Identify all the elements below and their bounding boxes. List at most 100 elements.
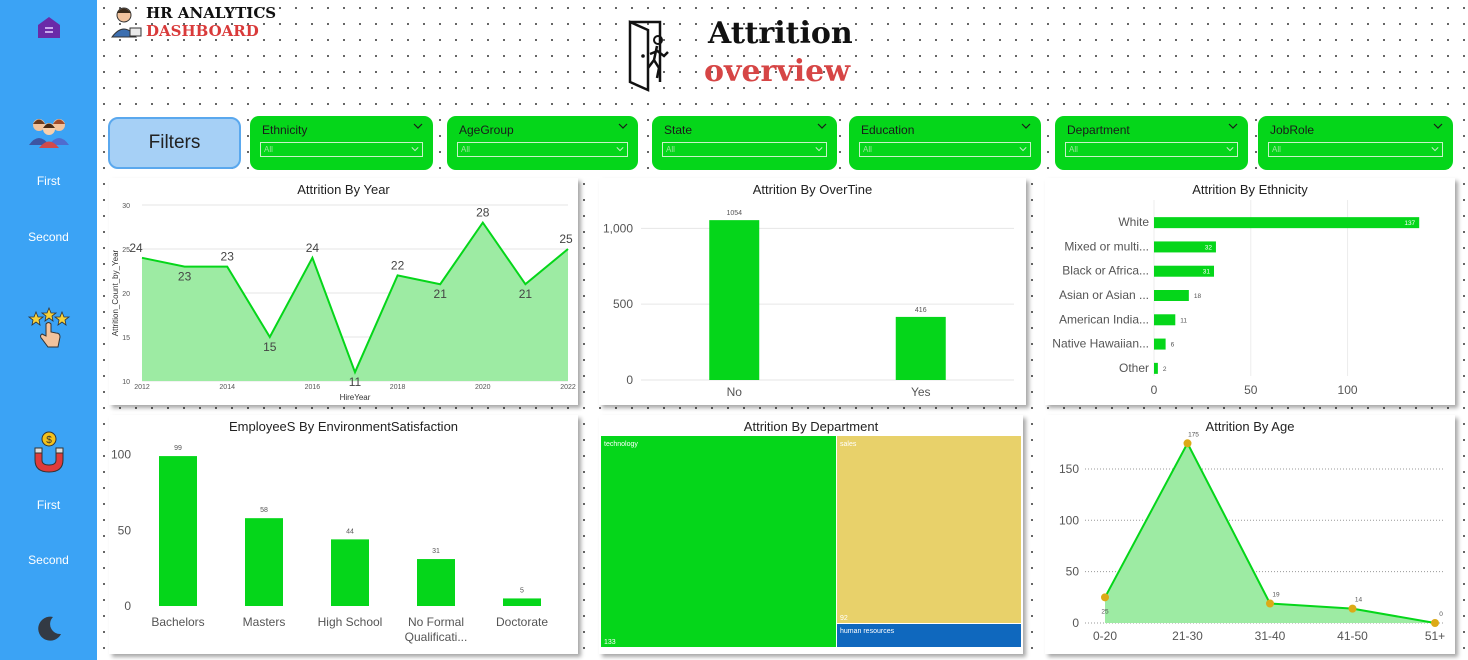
slicer-ethnicity[interactable]: Ethnicity All bbox=[250, 116, 433, 170]
door-exit-icon bbox=[628, 20, 669, 92]
home-button[interactable] bbox=[0, 14, 97, 47]
treemap-cell-technology bbox=[601, 436, 836, 647]
data-label: 24 bbox=[306, 241, 320, 255]
sidebar-item-second[interactable]: Second bbox=[0, 230, 97, 244]
chart-plot: technology 133 sales 92 human resources bbox=[601, 436, 1021, 647]
magnet-button[interactable]: $ bbox=[0, 430, 97, 479]
data-point bbox=[1266, 599, 1274, 608]
x-tick-label: 2018 bbox=[390, 384, 406, 391]
data-label: 31 bbox=[432, 548, 440, 555]
star-hand-button[interactable] bbox=[0, 306, 97, 355]
data-label: 14 bbox=[1355, 597, 1363, 604]
star-hand-icon bbox=[27, 306, 70, 348]
bar bbox=[1154, 290, 1189, 301]
data-label: 175 bbox=[1188, 431, 1199, 438]
slicer-value: All bbox=[1272, 145, 1281, 154]
chevron-down-icon[interactable] bbox=[1021, 121, 1031, 131]
slicer-agegroup[interactable]: AgeGroup All bbox=[447, 116, 638, 170]
slicer-dropdown[interactable]: All bbox=[260, 142, 423, 157]
dark-mode-toggle[interactable] bbox=[0, 614, 97, 649]
y-tick-label: White bbox=[1118, 215, 1149, 229]
y-tick-label: 50 bbox=[118, 523, 132, 537]
slicer-dropdown[interactable]: All bbox=[662, 142, 827, 157]
data-label: 21 bbox=[434, 287, 448, 301]
series-area bbox=[1105, 443, 1435, 623]
y-axis-label: Attrition_Count_by_Year bbox=[111, 249, 120, 336]
x-tick-label: No Formal bbox=[408, 615, 464, 629]
y-tick-label: Native Hawaiian... bbox=[1052, 337, 1149, 351]
data-label: 99 bbox=[174, 445, 182, 452]
x-tick-label: 2022 bbox=[560, 384, 576, 391]
sidebar-item-first[interactable]: First bbox=[0, 174, 97, 188]
y-tick-label: Other bbox=[1119, 361, 1149, 375]
data-label: 11 bbox=[1180, 317, 1187, 324]
chevron-down-icon[interactable] bbox=[1228, 121, 1238, 131]
data-label: 24 bbox=[129, 241, 143, 255]
chart-plot: 0 50 100 99 Bachelors 58 Masters 44 High School 3… bbox=[111, 445, 548, 644]
data-point bbox=[1101, 593, 1109, 602]
x-tick-label: 0-20 bbox=[1093, 629, 1117, 643]
slicer-education[interactable]: Education All bbox=[849, 116, 1041, 170]
people-button[interactable] bbox=[0, 113, 97, 154]
chevron-down-icon[interactable] bbox=[1433, 121, 1443, 131]
slicer-department[interactable]: Department All bbox=[1055, 116, 1248, 170]
x-tick-label: Bachelors bbox=[151, 615, 204, 629]
y-tick-label: Mixed or multi... bbox=[1064, 239, 1149, 253]
svg-text:$: $ bbox=[46, 435, 52, 446]
bar bbox=[159, 456, 197, 606]
slicer-title: AgeGroup bbox=[459, 123, 514, 137]
chevron-down-icon bbox=[1431, 147, 1439, 152]
treemap-value: 133 bbox=[604, 639, 616, 646]
page-title-block: Attrition overview bbox=[620, 10, 880, 100]
chart-plot: 0 50 100 White 137 Mixed or multi... 32 Black o… bbox=[1052, 200, 1420, 397]
slicer-value: All bbox=[666, 145, 675, 154]
slicer-dropdown[interactable]: All bbox=[859, 142, 1031, 157]
data-label: 21 bbox=[519, 287, 533, 301]
chevron-down-icon[interactable] bbox=[413, 121, 423, 131]
chevron-down-icon bbox=[1019, 147, 1027, 152]
y-tick-label: 30 bbox=[122, 203, 130, 210]
slicer-state[interactable]: State All bbox=[652, 116, 837, 170]
x-tick-label: 41-50 bbox=[1337, 629, 1368, 643]
y-tick-label: 1,000 bbox=[603, 221, 633, 235]
data-label: 137 bbox=[1404, 220, 1415, 227]
chart-attrition-by-overtime: Attrition By OverTine 0 500 1,000 1054 No 416… bbox=[599, 178, 1026, 405]
chart-attrition-by-ethnicity: Attrition By Ethnicity 0 50 100 White 137 Mix… bbox=[1045, 178, 1455, 405]
sidebar-item-second-2[interactable]: Second bbox=[0, 553, 97, 567]
slicer-dropdown[interactable]: All bbox=[457, 142, 628, 157]
y-tick-label: 50 bbox=[1066, 565, 1080, 579]
series-area bbox=[142, 222, 568, 381]
slicer-jobrole[interactable]: JobRole All bbox=[1258, 116, 1453, 170]
brand-subtitle: DASHBOARD bbox=[146, 22, 259, 40]
chevron-down-icon[interactable] bbox=[817, 121, 827, 131]
treemap-label: sales bbox=[840, 441, 857, 448]
chart-attrition-by-age: Attrition By Age 0 50 100 150 25 0-20 175 21-30… bbox=[1045, 415, 1455, 654]
data-point bbox=[1183, 439, 1192, 448]
filters-button[interactable]: Filters bbox=[108, 117, 241, 169]
chevron-down-icon bbox=[411, 147, 419, 152]
bar bbox=[1154, 362, 1158, 374]
slicer-title: Education bbox=[861, 123, 915, 137]
chevron-down-icon[interactable] bbox=[618, 121, 628, 131]
chart-plot: 10 15 20 25 30 2012 2014 2016 2018 2020 2022 24 23 23… bbox=[111, 203, 576, 402]
slicer-title: Ethnicity bbox=[262, 123, 308, 137]
y-tick-label: Asian or Asian ... bbox=[1059, 288, 1149, 302]
chart-attrition-by-year: Attrition By Year 10 15 20 25 30 2012 2014 2016… bbox=[109, 178, 578, 405]
data-label: 5 bbox=[520, 587, 524, 594]
data-label: 6 bbox=[1171, 342, 1175, 349]
data-label: 2 bbox=[1163, 366, 1167, 373]
y-tick-label: 0 bbox=[124, 599, 131, 613]
chart-employees-by-environment: EmployeeS By EnvironmentSatisfaction 0 50… bbox=[109, 415, 578, 654]
sidebar-item-first-2[interactable]: First bbox=[0, 498, 97, 512]
slicer-dropdown[interactable]: All bbox=[1065, 142, 1238, 157]
bar bbox=[1154, 338, 1166, 350]
bar bbox=[503, 598, 541, 606]
treemap-label: human resources bbox=[840, 628, 895, 635]
sidebar: First Second $ First Second bbox=[0, 0, 97, 660]
data-label: 416 bbox=[915, 307, 927, 314]
x-axis-label: HireYear bbox=[340, 393, 371, 402]
slicer-dropdown[interactable]: All bbox=[1268, 142, 1443, 157]
hr-person-icon bbox=[110, 7, 142, 38]
x-tick-label: Doctorate bbox=[496, 615, 548, 629]
x-tick-label: 2014 bbox=[219, 384, 235, 391]
